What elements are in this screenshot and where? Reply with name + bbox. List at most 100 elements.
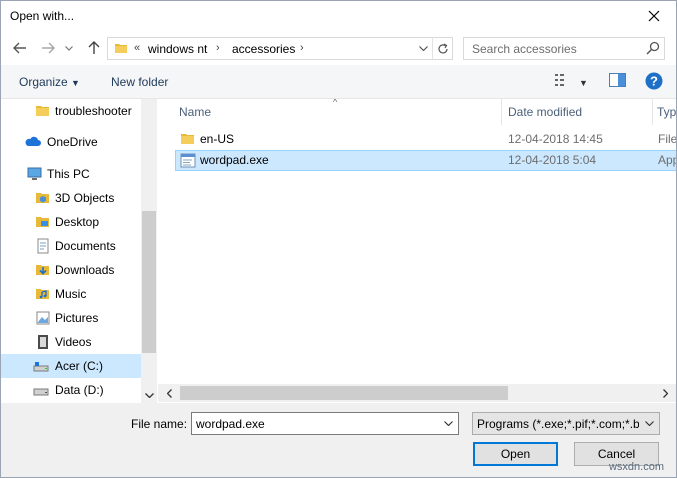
column-label: Name [179,105,212,119]
svg-text:?: ? [650,74,658,89]
nav-label: OneDrive [47,135,98,149]
scrollbar-thumb[interactable] [180,386,508,400]
file-row-selected[interactable]: wordpad.exe 12-04-2018 5:04 App [175,150,676,171]
recent-locations-button[interactable] [63,39,75,57]
navigation-pane: troubleshooter OneDrive This PC 3D Objec… [1,99,157,403]
nav-scrollbar[interactable] [141,99,157,403]
nav-item-videos[interactable]: Videos [1,330,141,354]
file-type: File [658,132,676,146]
nav-item-this-pc[interactable]: This PC [1,162,141,186]
nav-item-downloads[interactable]: Downloads [1,258,141,282]
file-date: 12-04-2018 14:45 [508,132,603,146]
address-bar[interactable]: « windows nt › accessories › [107,37,453,60]
close-button[interactable] [632,1,676,31]
nav-label: Pictures [55,311,99,325]
filetype-value: Programs (*.exe;*.pif;*.com;*.bat;*.cmd) [477,417,639,431]
nav-label: Documents [55,239,116,253]
help-button[interactable]: ? [645,72,663,93]
open-with-dialog: Open with... « windows nt › accessories … [0,0,677,478]
title-bar: Open with... [1,1,676,31]
nav-item-onedrive[interactable]: OneDrive [1,130,141,154]
file-row[interactable]: en-US 12-04-2018 14:45 File [175,129,676,150]
filename-label: File name: [131,417,188,431]
downloads-icon [36,265,49,275]
search-box[interactable] [463,37,665,60]
breadcrumb-accessories[interactable]: accessories [232,42,295,56]
drive-d-icon [33,388,49,396]
filetype-select[interactable]: Programs (*.exe;*.pif;*.com;*.bat;*.cmd) [472,412,660,435]
open-button[interactable]: Open [473,442,558,466]
nav-item-music[interactable]: Music [1,282,141,306]
drive-c-icon [33,362,49,372]
nav-item-3d-objects[interactable]: 3D Objects [1,186,141,210]
column-header-type[interactable]: Typ [653,99,676,125]
address-history-dropdown[interactable] [413,38,433,59]
nav-item-data-d[interactable]: Data (D:) [1,378,141,402]
column-label: Typ [657,105,676,119]
breadcrumb-separator[interactable]: › [300,42,304,54]
3d-objects-icon [36,193,49,203]
refresh-button[interactable] [432,38,452,59]
nav-label: Music [55,287,87,301]
organize-button[interactable]: Organize ▼ [19,75,80,89]
back-button[interactable] [11,39,29,57]
filename-history-dropdown[interactable] [438,413,458,434]
close-icon [648,10,660,22]
back-arrow-icon [13,42,26,54]
file-name: wordpad.exe [200,153,269,167]
breadcrumb-separator[interactable]: › [216,42,220,54]
view-options-dropdown[interactable]: ▼ [579,75,588,89]
scroll-down-button[interactable] [141,387,157,403]
nav-item-acer-c[interactable]: Acer (C:) [1,354,141,378]
file-name: en-US [200,132,235,146]
scroll-left-button[interactable] [160,384,178,402]
up-button[interactable] [85,39,103,57]
nav-label: 3D Objects [55,191,115,205]
chevron-down-icon [418,46,428,51]
navigation-bar: « windows nt › accessories › [1,31,676,65]
forward-button[interactable] [39,39,57,57]
overflow-chevron[interactable]: « [134,42,140,54]
nav-item-desktop[interactable]: Desktop [1,210,141,234]
nav-item-troubleshooter[interactable]: troubleshooter [1,99,141,123]
filename-combobox[interactable] [191,412,459,435]
filetype-dropdown-arrow[interactable] [639,413,659,434]
search-input[interactable] [464,38,644,59]
nav-item-documents[interactable]: Documents [1,234,141,258]
file-list: ^ Name Date modified Typ en-US 12-04-201… [158,99,676,403]
change-view-button[interactable] [555,73,571,90]
nav-label: Acer (C:) [55,359,103,373]
file-type: App [658,153,676,167]
nav-label: Videos [55,335,92,349]
nav-item-pictures[interactable]: Pictures [1,306,141,330]
chevron-down-icon [144,392,154,398]
dialog-footer: File name: Programs (*.exe;*.pif;*.com;*… [1,403,676,477]
column-label: Date modified [508,105,583,119]
up-arrow-icon [88,41,100,54]
scroll-right-button[interactable] [656,384,674,402]
documents-icon [37,238,49,254]
forward-arrow-icon [42,42,55,54]
videos-icon [38,335,48,349]
help-icon: ? [645,72,663,90]
breadcrumb-windows-nt[interactable]: windows nt [148,42,207,56]
organize-label: Organize [19,75,68,89]
folder-icon [115,44,127,53]
caret-down-icon: ▼ [71,78,80,88]
column-header-date-modified[interactable]: Date modified [502,99,652,125]
filename-input[interactable] [192,413,436,434]
preview-pane-button[interactable] [609,73,626,90]
exe-app-icon [180,153,196,168]
scrollbar-thumb[interactable] [142,211,156,353]
file-date: 12-04-2018 5:04 [508,153,597,167]
window-title: Open with... [10,9,75,23]
column-header-name[interactable]: Name [175,99,501,125]
details-view-icon [555,74,564,86]
new-folder-button[interactable]: New folder [111,75,168,89]
caret-down-icon: ▼ [579,78,588,88]
onedrive-cloud-icon [25,136,41,146]
chevron-left-icon [166,388,172,398]
scroll-up-button[interactable] [141,99,157,115]
horizontal-scrollbar[interactable] [158,384,676,402]
computer-icon [27,167,42,180]
